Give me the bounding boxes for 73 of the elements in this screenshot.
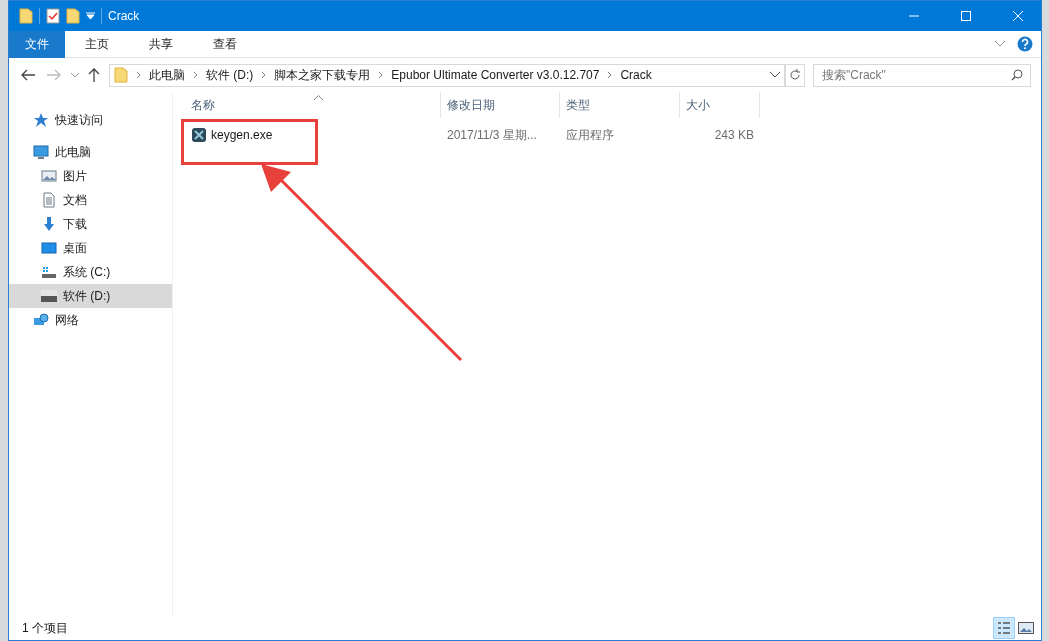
nav-item[interactable]: 软件 (D:): [9, 284, 172, 308]
table-cell-text: 243 KB: [713, 127, 754, 144]
folder-icon: [19, 8, 33, 24]
refresh-icon: [789, 69, 801, 81]
chevron-right-icon: [261, 71, 267, 79]
nav-label: 此电脑: [55, 144, 91, 161]
drive-icon: [41, 264, 57, 280]
ribbon-tab[interactable]: 查看: [193, 30, 257, 58]
nav-label: 桌面: [63, 240, 87, 257]
new-folder-icon: [66, 8, 80, 24]
window-title: Crack: [108, 8, 140, 25]
ribbon-tab[interactable]: 主页: [65, 30, 129, 58]
nav-item[interactable]: 桌面: [9, 236, 172, 260]
sort-up-icon: [314, 95, 323, 100]
chevron-right-icon: [607, 71, 613, 79]
minimize-icon: [909, 15, 919, 17]
chevron-right-icon: [136, 71, 141, 79]
chevron-down-icon[interactable]: [770, 72, 780, 78]
download-icon: [41, 216, 57, 232]
picture-icon: [41, 168, 57, 184]
document-icon: [41, 192, 57, 208]
nav-item[interactable]: 文档: [9, 188, 172, 212]
star-icon: [33, 112, 49, 128]
ribbon-tab[interactable]: 共享: [129, 30, 193, 58]
nav-label: 文档: [63, 192, 87, 209]
column-header[interactable]: 修改日期: [441, 92, 560, 118]
chevron-right-icon: [193, 71, 198, 79]
status-text: 1 个项目: [22, 620, 68, 637]
close-icon: [1013, 11, 1023, 21]
search-icon[interactable]: [1011, 68, 1023, 81]
nav-label: 快速访问: [55, 112, 103, 129]
maximize-icon: [961, 11, 971, 21]
nav-item[interactable]: 系统 (C:): [9, 260, 172, 284]
nav-label: 网络: [55, 312, 79, 329]
nav-item[interactable]: 此电脑: [9, 140, 172, 164]
program-icon: [191, 127, 207, 143]
picture-view-icon: [1018, 622, 1034, 634]
nav-item[interactable]: 网络: [9, 308, 172, 332]
drive-icon: [41, 288, 57, 304]
refresh-button[interactable]: [785, 63, 805, 87]
folder-icon: [114, 67, 128, 83]
nav-label: 图片: [63, 168, 87, 185]
column-header[interactable]: 名称: [181, 92, 441, 118]
breadcrumb-item[interactable]: Crack: [620, 66, 652, 84]
computer-icon: [33, 144, 49, 160]
desktop-icon: [41, 240, 57, 256]
table-cell-text: 应用程序: [565, 127, 615, 144]
dropdown-icon[interactable]: [86, 12, 95, 20]
back-arrow-icon[interactable]: [21, 69, 35, 81]
ribbon-tab[interactable]: 文件: [9, 30, 65, 58]
nav-item[interactable]: 下载: [9, 212, 172, 236]
properties-icon[interactable]: [46, 8, 60, 24]
nav-label: 软件 (D:): [63, 288, 111, 305]
up-arrow-icon[interactable]: [88, 68, 100, 82]
file-name[interactable]: keygen.exe: [211, 126, 273, 144]
address-bar[interactable]: 此电脑 软件 (D:) 脚本之家下载专用 Epubor Ultimate Converter v3.0.12.707 Crack: [109, 63, 785, 87]
breadcrumb-item[interactable]: Epubor Ultimate Converter v3.0.12.707: [391, 66, 600, 84]
column-header[interactable]: 大小: [680, 92, 760, 118]
details-view-button[interactable]: [993, 617, 1015, 639]
breadcrumb-item[interactable]: 此电脑: [149, 66, 185, 84]
network-icon: [33, 312, 49, 328]
breadcrumb-item[interactable]: 软件 (D:): [206, 66, 254, 84]
breadcrumb-item[interactable]: 脚本之家下载专用: [274, 66, 371, 84]
list-view-icon: [997, 621, 1011, 635]
nav-item[interactable]: 快速访问: [9, 108, 172, 132]
nav-label: 下载: [63, 216, 87, 233]
table-cell-text: 2017/11/3 星期...: [446, 127, 538, 144]
nav-label: 系统 (C:): [63, 264, 111, 281]
help-icon[interactable]: [1017, 36, 1033, 52]
column-header[interactable]: 类型: [560, 92, 680, 118]
chevron-right-icon: [378, 71, 384, 79]
nav-item[interactable]: 图片: [9, 164, 172, 188]
search-field[interactable]: 搜索"Crack": [813, 63, 1031, 87]
